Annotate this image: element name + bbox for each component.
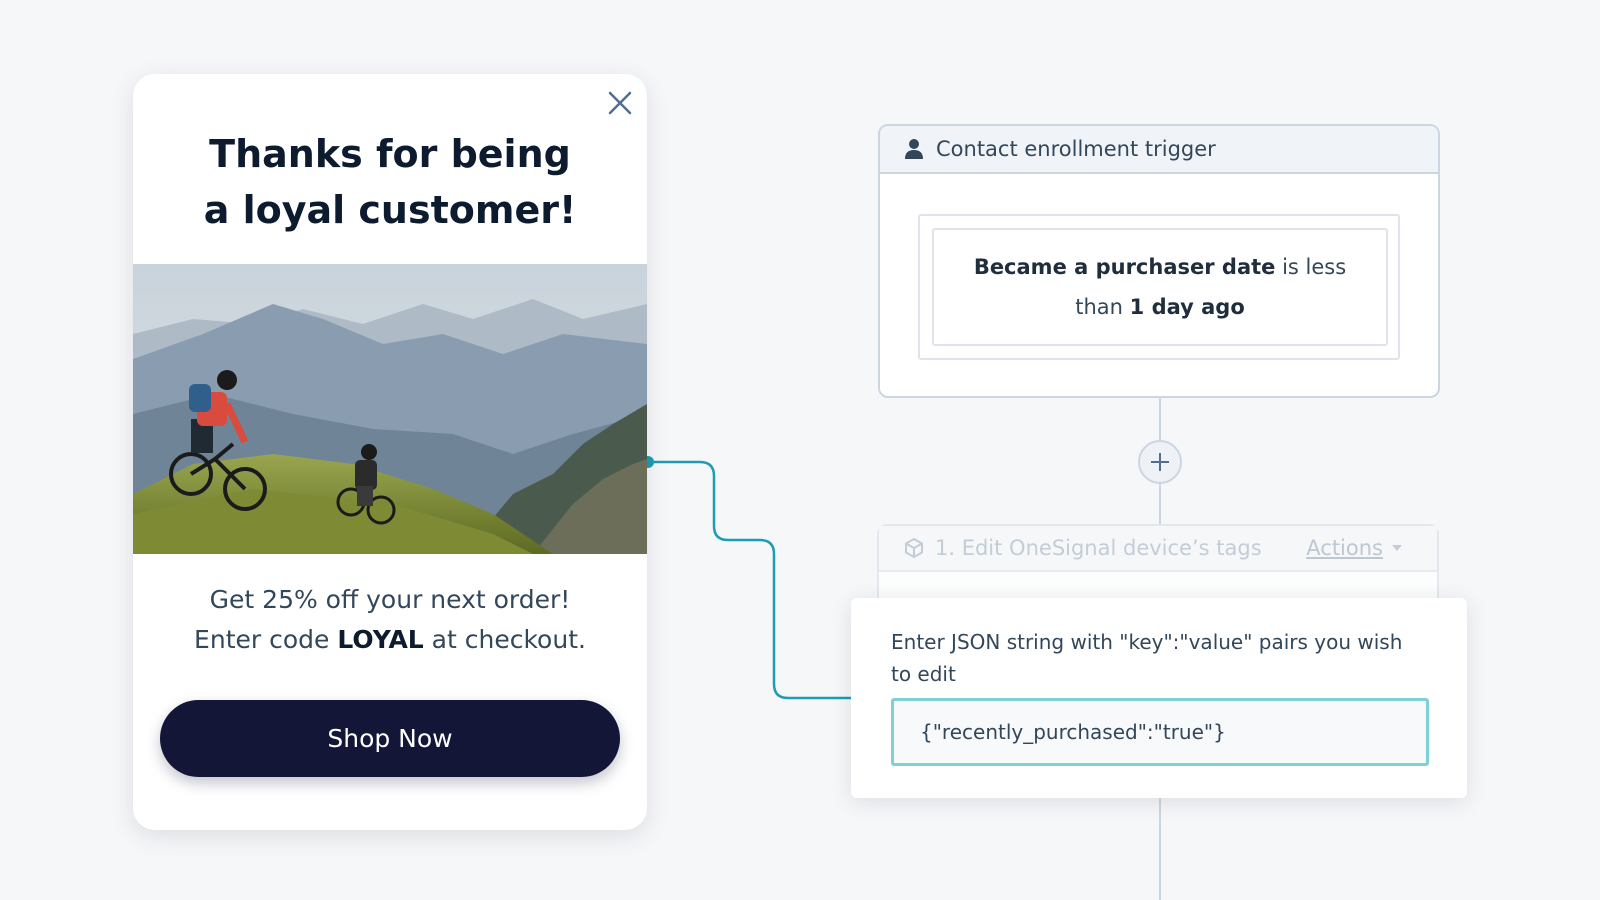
popup-title: Thanks for being a loyal customer! bbox=[133, 126, 647, 238]
close-icon[interactable] bbox=[603, 86, 637, 120]
offer-line-1: Get 25% off your next order! bbox=[209, 585, 571, 614]
action-header: 1. Edit OneSignal device’s tags Actions bbox=[879, 526, 1437, 572]
condition-property: Became a purchaser date bbox=[973, 255, 1276, 279]
contact-icon bbox=[905, 139, 923, 159]
add-step-button[interactable] bbox=[1138, 440, 1182, 484]
condition-value: 1 day ago bbox=[1129, 295, 1245, 319]
trigger-condition-text: Became a purchaser date is less than 1 d… bbox=[950, 247, 1370, 327]
promo-code: LOYAL bbox=[337, 625, 424, 654]
offer-suffix: at checkout. bbox=[423, 625, 586, 654]
cube-icon bbox=[905, 538, 923, 558]
popup-title-line-1: Thanks for being bbox=[209, 132, 571, 176]
promo-popup: Thanks for being a loyal customer! Get 2… bbox=[133, 74, 647, 830]
trigger-condition-box: Became a purchaser date is less than 1 d… bbox=[918, 214, 1400, 360]
workflow-line-middle bbox=[1159, 484, 1161, 524]
action-title: 1. Edit OneSignal device’s tags bbox=[935, 536, 1262, 560]
workflow-line-bottom bbox=[1159, 798, 1161, 900]
enrollment-trigger-card[interactable]: Contact enrollment trigger Became a purc… bbox=[878, 124, 1440, 398]
offer-line-2: Enter code LOYAL at checkout. bbox=[133, 620, 647, 660]
caret-down-icon[interactable] bbox=[1391, 544, 1403, 552]
json-edit-panel: Enter JSON string with "key":"value" pai… bbox=[851, 598, 1467, 798]
json-field-label: Enter JSON string with "key":"value" pai… bbox=[891, 630, 1403, 686]
offer-prefix: Enter code bbox=[194, 625, 338, 654]
mountain-bikers-image bbox=[133, 264, 647, 554]
trigger-condition[interactable]: Became a purchaser date is less than 1 d… bbox=[932, 228, 1388, 346]
trigger-header: Contact enrollment trigger bbox=[880, 126, 1438, 174]
popup-title-line-2: a loyal customer! bbox=[203, 188, 577, 232]
shop-now-button[interactable]: Shop Now bbox=[160, 700, 620, 777]
workflow-line-top bbox=[1159, 398, 1161, 440]
plus-icon bbox=[1151, 453, 1169, 471]
trigger-header-label: Contact enrollment trigger bbox=[936, 137, 1216, 161]
actions-dropdown[interactable]: Actions bbox=[1306, 536, 1383, 560]
popup-offer-text: Get 25% off your next order! Enter code … bbox=[133, 580, 647, 660]
json-input[interactable] bbox=[891, 698, 1429, 766]
